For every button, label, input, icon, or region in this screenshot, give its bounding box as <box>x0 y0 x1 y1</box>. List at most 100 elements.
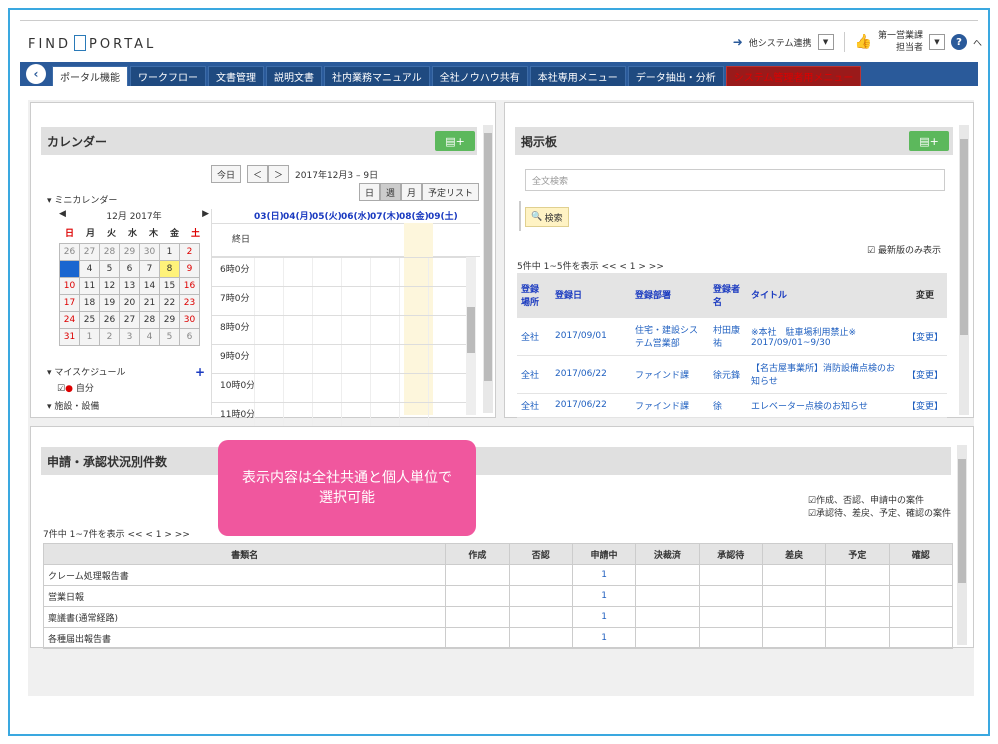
mini-day[interactable]: 23 <box>179 294 200 312</box>
board-row[interactable]: 全社 2017/09/01 住宅・建設システム営業部 村田康祐 ※本社 駐車場利用禁止※… <box>517 317 947 356</box>
tab-documents[interactable]: 文書管理 <box>208 66 264 86</box>
tab-admin-menu[interactable]: システム管理者用メニュー <box>725 66 862 86</box>
tab-workflow[interactable]: ワークフロー <box>130 66 206 86</box>
board-search-input[interactable]: 全文検索 <box>525 169 945 191</box>
mini-day[interactable]: 14 <box>139 277 160 295</box>
approval-count-link[interactable]: 1 <box>571 585 637 607</box>
mini-day[interactable]: 8 <box>159 260 180 278</box>
time-row[interactable]: 6時0分 <box>212 257 466 287</box>
col-dept[interactable]: 登録部署 <box>631 273 709 318</box>
mini-day[interactable]: 9 <box>179 260 200 278</box>
board-cell-title[interactable]: 【名古屋事業所】消防設備点検のお知らせ <box>747 355 903 394</box>
day-header[interactable]: 05(火) <box>312 209 342 222</box>
time-row[interactable]: 10時0分 <box>212 373 466 403</box>
mini-day[interactable]: 21 <box>139 294 160 312</box>
day-header[interactable]: 07(木) <box>370 209 400 222</box>
help-icon[interactable]: ? <box>950 34 967 50</box>
day-header[interactable]: 03(日) <box>254 209 284 222</box>
mini-day[interactable]: 15 <box>159 277 180 295</box>
logo[interactable]: FIND PORTAL <box>28 35 156 52</box>
mini-day[interactable]: 31 <box>59 328 80 346</box>
help-chevron-icon[interactable]: へ <box>973 36 982 49</box>
filter-checkbox-2[interactable]: ☑承認待、差戻、予定、確認の案件 <box>808 508 951 521</box>
calendar-scrollbar[interactable] <box>483 125 493 413</box>
tab-knowhow[interactable]: 全社ノウハウ共有 <box>431 66 528 86</box>
user-dropdown[interactable]: ▼ <box>928 34 945 50</box>
day-header[interactable]: 04(月) <box>283 209 313 222</box>
mini-day[interactable]: 4 <box>79 260 100 278</box>
mini-day[interactable]: 18 <box>79 294 100 312</box>
board-search-button[interactable]: 🔍 検索 <box>525 207 569 227</box>
other-system-dropdown[interactable]: ▼ <box>817 34 834 50</box>
back-icon[interactable]: ‹ <box>26 64 46 84</box>
mini-day[interactable]: 5 <box>159 328 180 346</box>
mini-day[interactable]: 30 <box>139 243 160 261</box>
tab-manual[interactable]: 社内業務マニュアル <box>324 66 430 86</box>
mini-next-icon[interactable]: ▶ <box>202 209 209 222</box>
day-header[interactable]: 09(土) <box>428 209 458 222</box>
facilities-label[interactable]: ▾ 施設・設備 <box>47 399 99 412</box>
mini-day[interactable]: 11 <box>79 277 100 295</box>
view-week[interactable]: 週 <box>380 183 402 201</box>
day-header[interactable]: 08(金) <box>399 209 429 222</box>
mini-day[interactable]: 27 <box>79 243 100 261</box>
tab-data-analysis[interactable]: データ抽出・分析 <box>627 66 724 86</box>
mini-day[interactable]: 27 <box>119 311 140 329</box>
today-button[interactable]: 今日 <box>211 165 242 183</box>
mini-day[interactable]: 20 <box>119 294 140 312</box>
mini-day[interactable]: 24 <box>59 311 80 329</box>
mini-day[interactable]: 3 <box>119 328 140 346</box>
board-cell-title[interactable]: ※本社 駐車場利用禁止※ 2017/09/01~9/30 <box>747 317 903 356</box>
calendar-add-button[interactable]: ▤+ <box>435 131 475 151</box>
view-day[interactable]: 日 <box>359 183 381 201</box>
mini-calendar-label[interactable]: ▾ ミニカレンダー <box>47 193 117 206</box>
other-system-link[interactable]: 他システム連携 <box>749 36 812 49</box>
col-person[interactable]: 登録者名 <box>709 273 747 318</box>
mini-day[interactable]: 7 <box>139 260 160 278</box>
mini-day[interactable]: 1 <box>159 243 180 261</box>
approval-count-link[interactable]: 1 <box>571 606 637 628</box>
mini-day[interactable]: 10 <box>59 277 80 295</box>
board-cell-edit[interactable]: 【変更】 <box>903 355 947 394</box>
tab-hq-menu[interactable]: 本社専用メニュー <box>529 66 626 86</box>
col-place[interactable]: 登録場所 <box>517 273 551 318</box>
approval-scrollbar[interactable] <box>957 445 967 645</box>
board-scrollbar[interactable] <box>959 125 969 415</box>
filter-checkbox-1[interactable]: ☑作成、否認、申請中の案件 <box>808 495 951 508</box>
tab-portal[interactable]: ポータル機能 <box>52 66 128 86</box>
tab-explanations[interactable]: 説明文書 <box>266 66 322 86</box>
mini-day[interactable]: 30 <box>179 311 200 329</box>
day-header[interactable]: 06(水) <box>341 209 371 222</box>
latest-only-checkbox[interactable]: ☑ 最新版のみ表示 <box>867 243 941 256</box>
mini-day[interactable]: 25 <box>79 311 100 329</box>
mini-day[interactable]: 28 <box>99 243 120 261</box>
mini-day[interactable]: 13 <box>119 277 140 295</box>
mini-day[interactable]: 3 <box>59 260 80 278</box>
mini-day[interactable]: 28 <box>139 311 160 329</box>
board-cell-edit[interactable]: 【変更】 <box>903 317 947 356</box>
board-cell-title[interactable]: エレベーター点検のお知らせ <box>747 393 903 418</box>
time-row[interactable]: 7時0分 <box>212 286 466 316</box>
approval-count-link[interactable]: 1 <box>571 627 637 649</box>
week-scrollbar[interactable] <box>466 257 476 415</box>
mini-day[interactable]: 26 <box>99 311 120 329</box>
col-date[interactable]: 登録日 <box>551 273 631 318</box>
next-button[interactable]: ＞ <box>268 165 290 183</box>
mini-day[interactable]: 4 <box>139 328 160 346</box>
board-add-button[interactable]: ▤+ <box>909 131 949 151</box>
view-month[interactable]: 月 <box>401 183 423 201</box>
mini-day[interactable]: 22 <box>159 294 180 312</box>
view-list[interactable]: 予定リスト <box>422 183 480 201</box>
mini-day[interactable]: 5 <box>99 260 120 278</box>
mini-day[interactable]: 12 <box>99 277 120 295</box>
time-row[interactable]: 8時0分 <box>212 315 466 345</box>
board-cell-edit[interactable]: 【変更】 <box>903 393 947 418</box>
my-schedule-label[interactable]: ▾ マイスケジュール + <box>47 365 205 379</box>
mini-day[interactable]: 2 <box>179 243 200 261</box>
mini-day[interactable]: 17 <box>59 294 80 312</box>
time-row[interactable]: 9時0分 <box>212 344 466 374</box>
mini-day[interactable]: 19 <box>99 294 120 312</box>
board-row[interactable]: 全社 2017/06/22 ファインド課 徐元鋒 【名古屋事業所】消防設備点検のお知らせ… <box>517 355 947 394</box>
mini-day[interactable]: 16 <box>179 277 200 295</box>
mini-day[interactable]: 1 <box>79 328 100 346</box>
